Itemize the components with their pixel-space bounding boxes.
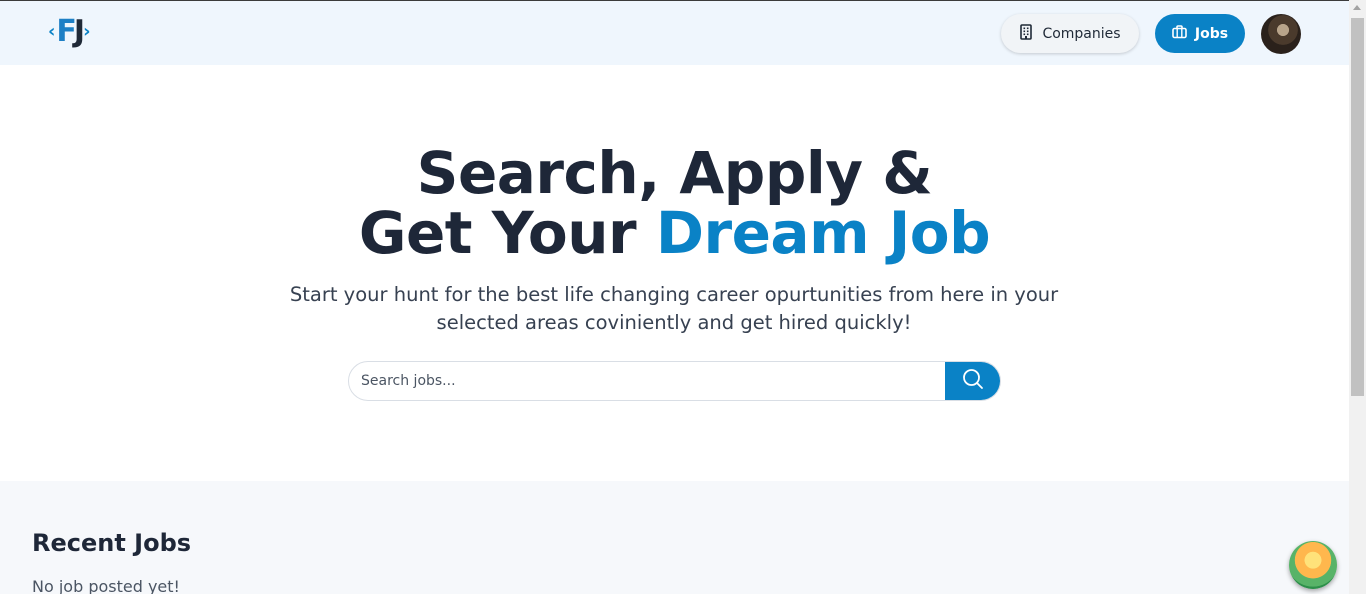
companies-label: Companies [1042,25,1121,42]
vertical-scrollbar[interactable] [1349,0,1366,594]
recent-jobs-title: Recent Jobs [32,529,192,557]
jobs-label: Jobs [1194,25,1229,42]
logo[interactable]: ‹ FJ › [48,12,112,52]
recent-jobs-section: Recent Jobs No job posted yet! [0,481,1349,594]
empty-jobs-message: No job posted yet! [32,577,180,594]
headline-accent: Dream Job [655,199,991,267]
building-icon [1019,23,1033,44]
logo-mark: FJ [56,14,85,49]
chat-widget-button[interactable] [1289,541,1337,589]
scroll-thumb[interactable] [1351,18,1364,396]
jobs-button[interactable]: Jobs [1155,14,1245,53]
logo-left-chevron: ‹ [48,21,56,42]
user-avatar[interactable] [1261,14,1301,54]
headline-line-1: Search, Apply & [416,139,933,207]
search-button[interactable] [945,362,1000,400]
logo-letter-f: F [56,14,76,49]
search-icon [962,368,984,394]
logo-right-chevron: › [83,21,91,42]
search-bar [348,361,1001,401]
logo-letter-j: J [73,14,85,49]
headline-line-2: Get Your Dream Job [0,203,1349,263]
hero-section: Search, Apply & Get Your Dream Job Start… [0,65,1349,481]
hero-headline: Search, Apply & Get Your Dream Job [0,143,1349,263]
search-input[interactable] [349,362,945,400]
companies-button[interactable]: Companies [1001,14,1139,53]
briefcase-icon [1172,24,1187,43]
page: ‹ FJ › Companies Jobs Search, Apply & Ge… [0,0,1366,594]
scroll-up-arrow-icon[interactable] [1353,5,1361,10]
top-navbar: ‹ FJ › Companies Jobs [0,0,1349,66]
hero-subtext: Start your hunt for the best life changi… [289,283,1059,334]
headline-line-2-prefix: Get Your [358,199,656,267]
